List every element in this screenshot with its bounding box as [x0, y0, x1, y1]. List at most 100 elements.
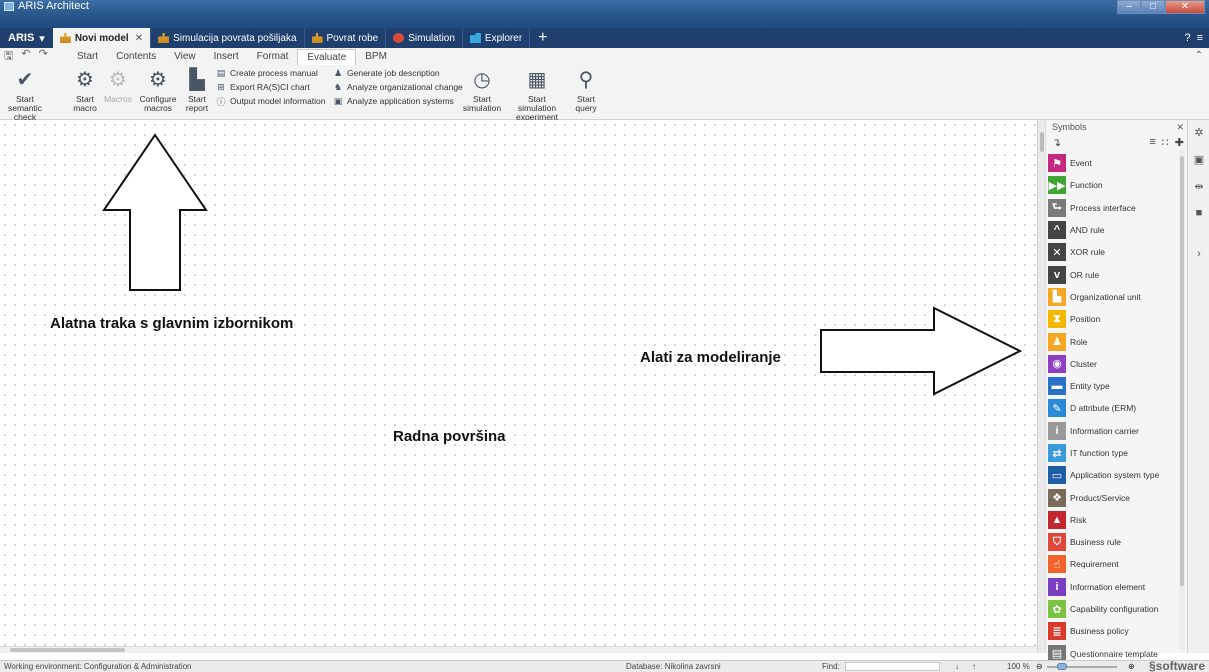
symbol-item[interactable]: ▲ Risk — [1048, 509, 1178, 531]
ribbon-tab-bpm[interactable]: BPM — [356, 49, 396, 64]
brand-glyph: § — [1148, 659, 1156, 672]
start-semantic-check-button[interactable]: ✔ Start semantic check — [2, 69, 48, 122]
list-view-icon[interactable]: ≡ — [1149, 136, 1155, 149]
scrollbar-thumb[interactable] — [1040, 132, 1044, 152]
symbol-item[interactable]: ❖ Product/Service — [1048, 486, 1178, 508]
start-macro-button[interactable]: ⚙ Start macro — [70, 69, 100, 113]
maximize-button[interactable]: □ — [1141, 0, 1165, 14]
symbol-item[interactable]: ▬ Entity type — [1048, 375, 1178, 397]
tab-novi-model[interactable]: Novi model ✕ — [52, 28, 152, 48]
symbol-icon: ☝ — [1048, 555, 1066, 574]
export-raci-chart-button[interactable]: ⊞ Export RA(S)CI chart — [216, 81, 325, 93]
symbol-item[interactable]: ▙ Organizational unit — [1048, 286, 1178, 308]
symbol-label: Application system type — [1070, 470, 1160, 481]
navigation-icon[interactable]: ⇹ — [1188, 180, 1209, 193]
close-window-button[interactable]: ✕ — [1165, 0, 1205, 14]
symbol-item[interactable]: ✎ D attribute (ERM) — [1048, 397, 1178, 419]
symbol-label: Questionnaire template — [1070, 648, 1158, 659]
collapse-ribbon-icon[interactable]: ⌃ — [1195, 50, 1203, 61]
close-tab-icon[interactable]: ✕ — [135, 33, 143, 44]
zoom-slider[interactable] — [1047, 663, 1117, 670]
symbol-item[interactable]: ⮑ Process interface — [1048, 197, 1178, 219]
symbol-item[interactable]: ≣ Business policy — [1048, 620, 1178, 642]
start-report-button[interactable]: ▙ Start report — [184, 69, 210, 113]
symbol-item[interactable]: i Information carrier — [1048, 420, 1178, 442]
horizontal-scrollbar[interactable] — [0, 646, 1037, 653]
symbol-icon: i — [1048, 577, 1066, 596]
add-tab-button[interactable]: + — [530, 28, 555, 48]
create-process-manual-button[interactable]: ▤ Create process manual — [216, 67, 325, 79]
symbol-item[interactable]: v OR rule — [1048, 263, 1178, 285]
macros-button[interactable]: ⚙ Macros — [103, 69, 133, 104]
process-tree-icon — [59, 33, 71, 43]
ribbon-tab-start[interactable]: Start — [68, 49, 107, 64]
ribbon-tab-contents[interactable]: Contents — [107, 49, 165, 64]
close-panel-icon[interactable]: ✕ — [1176, 122, 1184, 133]
redo-icon[interactable]: ↷ — [39, 47, 48, 66]
symbol-item[interactable]: i Information element — [1048, 576, 1178, 598]
symbol-item[interactable]: ☝ Requirement — [1048, 553, 1178, 575]
modeling-canvas[interactable]: Alatna traka s glavnim izbornikom Alati … — [0, 120, 1037, 653]
zoom-out-icon[interactable]: ⊖ — [1036, 662, 1043, 671]
add-symbol-icon[interactable]: ✚ — [1175, 136, 1184, 149]
start-simulation-experiment-button[interactable]: ▦ Start simulation experiment — [508, 69, 566, 122]
grid-view-icon[interactable]: ∷ — [1162, 136, 1169, 149]
save-icon[interactable]: 🖫 — [4, 47, 13, 66]
start-simulation-button[interactable]: ◷ Start simulation — [463, 69, 501, 113]
find-previous-icon[interactable]: ↑ — [972, 662, 976, 671]
find-input[interactable] — [845, 662, 940, 671]
ribbon-tab-view[interactable]: View — [165, 49, 205, 64]
configure-macros-button[interactable]: ⚙ Configure macros — [138, 69, 178, 113]
symbol-item[interactable]: ⧗ Position — [1048, 308, 1178, 330]
symbol-item[interactable]: ✕ XOR rule — [1048, 241, 1178, 263]
symbol-item[interactable]: ◉ Cluster — [1048, 353, 1178, 375]
zoom-slider-handle[interactable] — [1057, 663, 1067, 670]
tab-simulation[interactable]: Simulation — [386, 28, 463, 48]
info-panel-icon[interactable]: ■ — [1188, 207, 1209, 219]
analyze-organizational-change-button[interactable]: ♞ Analyze organizational change — [333, 81, 463, 93]
properties-icon[interactable]: ▣ — [1188, 153, 1209, 166]
scrollbar-thumb[interactable] — [10, 648, 125, 652]
help-button[interactable]: ? — [1184, 32, 1190, 44]
menu-icon[interactable]: ≡ — [1197, 32, 1203, 44]
symbol-item[interactable]: ✿ Capability configuration — [1048, 598, 1178, 620]
symbols-scrollbar[interactable] — [1179, 150, 1185, 650]
expand-sidebar-icon[interactable]: › — [1188, 248, 1209, 260]
ribbon-tab-format[interactable]: Format — [248, 49, 298, 64]
tab-simulacija-povrata[interactable]: Simulacija povrata pošiljaka — [151, 28, 305, 48]
symbol-label: Risk — [1070, 514, 1087, 525]
symbol-item[interactable]: ^ AND rule — [1048, 219, 1178, 241]
symbol-item[interactable]: ▭ Application system type — [1048, 464, 1178, 486]
tab-povrat-robe[interactable]: Povrat robe — [305, 28, 387, 48]
symbol-item[interactable]: ▶▶ Function — [1048, 174, 1178, 196]
connection-tool-icon[interactable]: ↴ — [1052, 136, 1061, 149]
aris-main-menu-button[interactable]: ARIS ▾ — [0, 28, 53, 48]
tab-explorer[interactable]: Explorer — [463, 28, 531, 48]
symbol-item[interactable]: ⚑ Event — [1048, 152, 1178, 174]
start-query-button[interactable]: ⚲ Start query — [572, 69, 600, 113]
minimize-button[interactable]: – — [1117, 0, 1141, 14]
symbol-label: Function — [1070, 180, 1103, 191]
panel-resize-scrollbar[interactable] — [1038, 120, 1046, 653]
undo-icon[interactable]: ↶ — [21, 47, 30, 66]
app-title: ARIS Architect — [4, 0, 89, 12]
symbol-icon: ♟ — [1048, 332, 1066, 351]
output-model-information-button[interactable]: ⓘ Output model information — [216, 95, 325, 107]
generate-job-description-button[interactable]: ♟ Generate job description — [333, 67, 463, 79]
button-label: Export RA(S)CI chart — [230, 82, 310, 92]
ribbon-tab-evaluate[interactable]: Evaluate — [297, 48, 357, 65]
scrollbar-thumb[interactable] — [1180, 156, 1184, 586]
symbol-item[interactable]: ⛉ Business rule — [1048, 531, 1178, 553]
analyze-application-systems-button[interactable]: ▣ Analyze application systems — [333, 95, 463, 107]
ribbon-tab-insert[interactable]: Insert — [205, 49, 248, 64]
symbol-label: Information carrier — [1070, 425, 1139, 436]
symbol-label: Information element — [1070, 581, 1146, 592]
symbol-item[interactable]: ⇄ IT function type — [1048, 442, 1178, 464]
settings-gear-icon[interactable]: ✲ — [1188, 126, 1209, 139]
zoom-in-icon[interactable]: ⊕ — [1128, 662, 1135, 671]
gears-icon: ⚙ — [76, 68, 94, 91]
symbol-item[interactable]: ♟ Role — [1048, 330, 1178, 352]
symbols-panel-title: Symbols — [1052, 122, 1087, 132]
find-next-icon[interactable]: ↓ — [955, 662, 959, 671]
symbols-panel-header: Symbols ✕ — [1048, 120, 1188, 134]
